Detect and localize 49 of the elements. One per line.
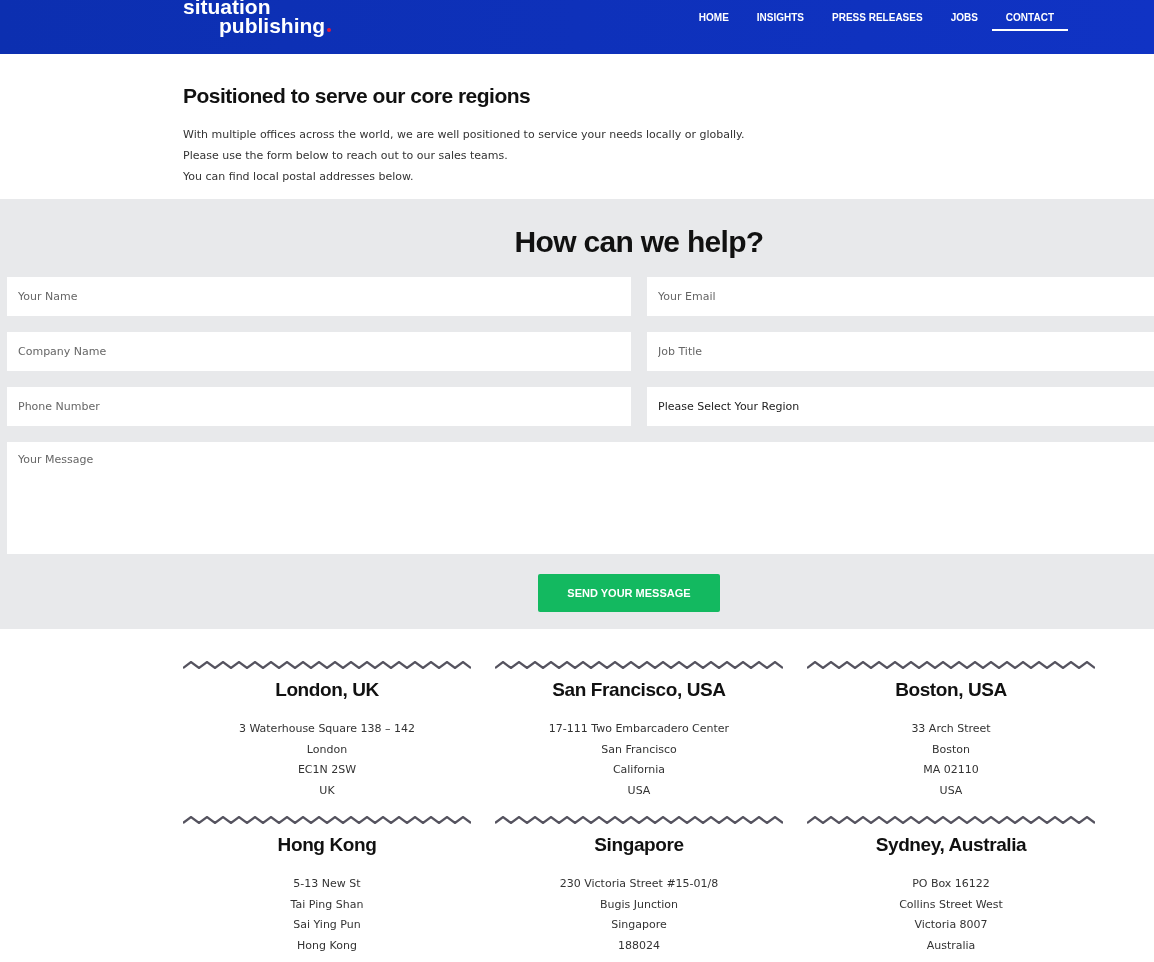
- nav-link[interactable]: JOBS: [936, 12, 992, 31]
- address-line: USA: [939, 783, 963, 800]
- logo-text[interactable]: publishing: [219, 16, 326, 35]
- address-line: 188024: [618, 937, 660, 954]
- address-line: Sai Ying Pun: [293, 917, 361, 934]
- region-select[interactable]: Please Select Your Region: [647, 387, 1154, 426]
- office-city: Boston, USA: [895, 679, 1007, 701]
- input-field[interactable]: Phone Number: [7, 387, 631, 426]
- nav-link[interactable]: PRESS RELEASES: [818, 12, 937, 31]
- address-line: Boston: [932, 741, 970, 758]
- address-line: 5-13 New St: [293, 875, 361, 892]
- office-city: San Francisco, USA: [552, 679, 726, 701]
- address-line: Singapore: [611, 917, 667, 934]
- intro-text: Please use the form below to reach out to our sales teams.: [183, 148, 509, 164]
- input-field[interactable]: Job Title: [647, 332, 1154, 371]
- input-field[interactable]: Your Email: [647, 277, 1154, 316]
- address-line: Collins Street West: [899, 896, 1003, 913]
- address-line: Tai Ping Shan: [290, 896, 364, 913]
- address-line: 33 Arch Street: [911, 721, 991, 737]
- address-line: EC1N 2SW: [297, 762, 357, 779]
- section-heading: Positioned to serve our core regions: [183, 84, 532, 108]
- address-line: London: [306, 741, 348, 758]
- address-line: UK: [319, 783, 335, 800]
- input-field[interactable]: Your Name: [7, 277, 631, 316]
- logo-dot-icon: [327, 28, 332, 32]
- intro-text: With multiple offices across the world, we are well positioned to service your needs locally or globally.: [183, 127, 746, 143]
- address-line: 230 Victoria Street #15-01/8: [559, 875, 719, 892]
- office-city: Hong Kong: [277, 833, 377, 856]
- address-line: 3 Waterhouse Square 138 – 142: [238, 721, 416, 737]
- office-city: Singapore: [594, 833, 684, 856]
- address-line: 17-111 Two Embarcadero Center: [548, 721, 730, 737]
- input-field[interactable]: Company Name: [7, 332, 631, 371]
- intro-text: You can find local postal addresses below.: [183, 169, 415, 185]
- nav-link[interactable]: INSIGHTS: [742, 12, 819, 31]
- address-line: MA 02110: [923, 762, 979, 779]
- address-line: USA: [627, 783, 651, 800]
- message-field[interactable]: Your Message: [7, 442, 1154, 554]
- address-line: Hong Kong: [297, 937, 357, 954]
- address-line: PO Box 16122: [912, 875, 990, 892]
- address-line: California: [612, 762, 666, 779]
- nav-link[interactable]: CONTACT: [991, 12, 1068, 31]
- nav-link[interactable]: HOME: [684, 12, 743, 31]
- form-heading: How can we help?: [513, 225, 765, 259]
- address-line: Bugis Junction: [599, 896, 679, 913]
- address-line: Victoria 8007: [914, 917, 988, 934]
- address-line: Australia: [926, 937, 976, 954]
- office-city: London, UK: [275, 679, 379, 701]
- address-line: San Francisco: [601, 741, 677, 758]
- office-city: Sydney, Australia: [875, 833, 1027, 856]
